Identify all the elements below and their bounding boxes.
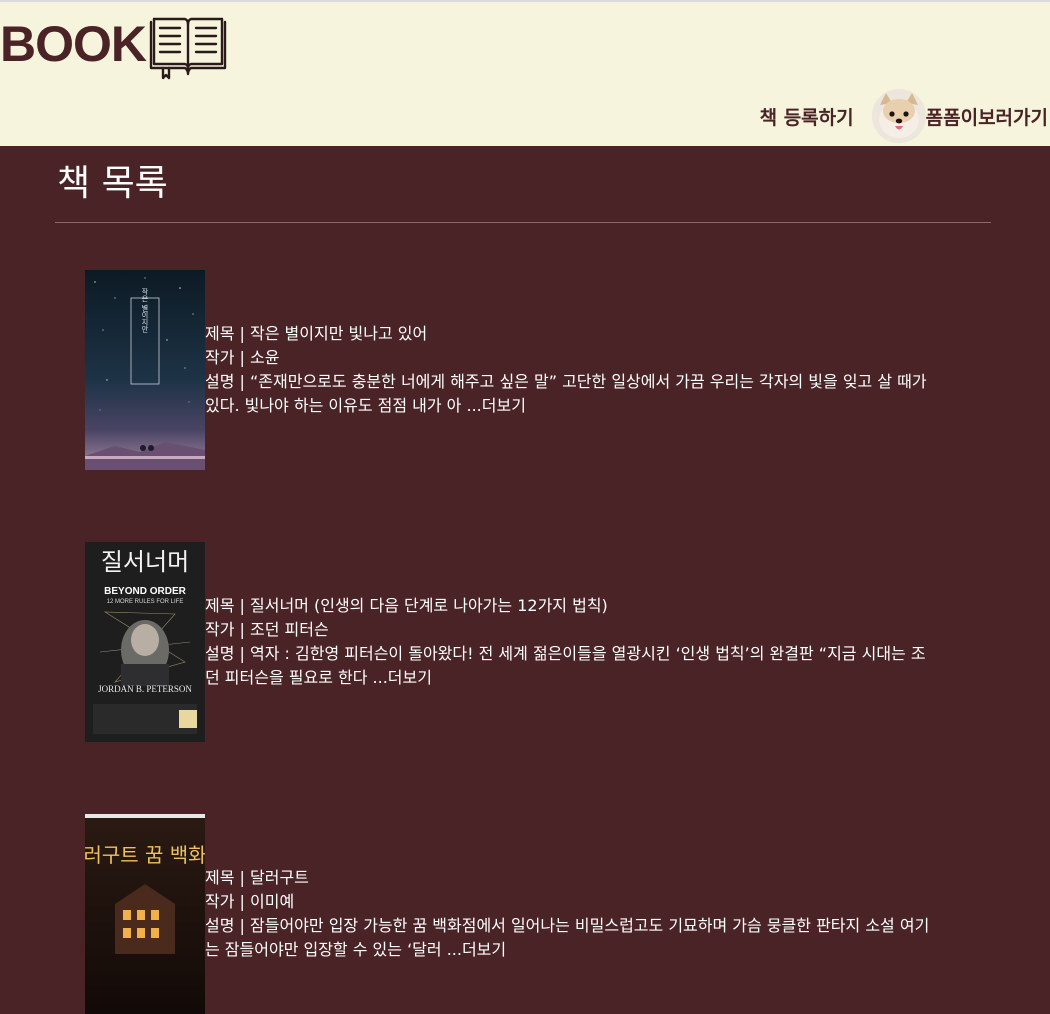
title-divider bbox=[55, 222, 991, 223]
book-cover[interactable]: 질서너머 BEYOND ORDER 12 MORE RULES FOR LIFE… bbox=[85, 542, 205, 742]
pomeranian-avatar[interactable] bbox=[871, 89, 926, 143]
book-title-line: 제목 | 달러구트 bbox=[205, 866, 930, 890]
book-title: 작은 별이지만 빛나고 있어 bbox=[250, 324, 428, 343]
site-logo[interactable]: BOOK bbox=[0, 14, 229, 84]
more-link[interactable]: ...더보기 bbox=[447, 940, 506, 959]
title-label: 제목 | bbox=[205, 596, 251, 615]
book-title-line: 제목 | 질서너머 (인생의 다음 단계로 나아가는 12가지 법칙) bbox=[205, 594, 930, 618]
book-info: 제목 | 작은 별이지만 빛나고 있어 작가 | 소윤 설명 | “존재만으로도… bbox=[205, 322, 930, 418]
book-item: 질서너머 BEYOND ORDER 12 MORE RULES FOR LIFE… bbox=[85, 542, 945, 742]
book-cover[interactable]: 작은 별이지만 bbox=[85, 270, 205, 470]
desc-label: 설명 | bbox=[205, 644, 251, 663]
open-book-icon bbox=[149, 17, 227, 80]
book-desc-line: 설명 | 역자 : 김한영 피터슨이 돌아왔다! 전 세계 젊은이들을 열광시킨… bbox=[205, 642, 930, 690]
cover-subtitle: BEYOND ORDER bbox=[104, 586, 186, 597]
author-label: 작가 | bbox=[205, 892, 251, 911]
book-info: 제목 | 질서너머 (인생의 다음 단계로 나아가는 12가지 법칙) 작가 |… bbox=[205, 594, 930, 690]
logo-text: BOOK bbox=[0, 16, 147, 72]
page-title: 책 목록 bbox=[57, 163, 168, 204]
header-nav: 책 등록하기 폼폼이보러가기 bbox=[760, 86, 1048, 146]
dog-face-icon bbox=[871, 89, 926, 143]
book-desc: 잠들어야만 입장 가능한 꿈 백화점에서 일어나는 비밀스럽고도 기묘하며 가슴… bbox=[205, 916, 930, 959]
author-label: 작가 | bbox=[205, 348, 251, 367]
title-label: 제목 | bbox=[205, 868, 251, 887]
more-link[interactable]: ...더보기 bbox=[373, 668, 432, 687]
book-author: 조던 피터슨 bbox=[250, 620, 329, 639]
book-author: 소윤 bbox=[250, 348, 280, 367]
book-item: 작은 별이지만 제목 | 작은 별이지만 빛나고 있어 작가 | 소윤 설명 |… bbox=[85, 270, 945, 470]
cover-title: 작은 별이지만 bbox=[141, 287, 149, 332]
book-title: 달러구트 bbox=[250, 868, 309, 887]
book-title: 질서너머 (인생의 다음 단계로 나아가는 12가지 법칙) bbox=[250, 596, 608, 615]
cover-title: 달러구트 꿈 백화점 bbox=[85, 843, 205, 867]
book-desc: “존재만으로도 충분한 너에게 해주고 싶은 말” 고단한 일상에서 가끔 우리… bbox=[205, 372, 927, 415]
book-info: 제목 | 달러구트 작가 | 이미예 설명 | 잠들어야만 입장 가능한 꿈 백… bbox=[205, 866, 930, 962]
title-label: 제목 | bbox=[205, 324, 251, 343]
more-link[interactable]: ...더보기 bbox=[467, 396, 526, 415]
book-list-section: 책 목록 작은 별이지만 제목 | 작은 별이지만 빛나고 있어 작가 | 소윤… bbox=[0, 146, 1050, 1014]
book-author-line: 작가 | 소윤 bbox=[205, 346, 930, 370]
cover-author: JORDAN B. PETERSON bbox=[98, 684, 192, 694]
profile-link[interactable]: 폼폼이보러가기 bbox=[926, 103, 1048, 130]
site-header: BOOK 책 등록하기 폼폼이보러가기 bbox=[0, 2, 1050, 146]
desc-label: 설명 | bbox=[205, 372, 251, 391]
book-desc: 역자 : 김한영 피터슨이 돌아왔다! 전 세계 젊은이들을 열광시킨 ‘인생 … bbox=[205, 644, 926, 687]
book-desc-line: 설명 | 잠들어야만 입장 가능한 꿈 백화점에서 일어나는 비밀스럽고도 기묘… bbox=[205, 914, 930, 962]
book-author: 이미예 bbox=[250, 892, 295, 911]
book-item: 달러구트 꿈 백화점 제목 | 달러구트 작가 | 이미예 설명 | 잠들어야만… bbox=[85, 814, 945, 1014]
cover-title: 질서너머 bbox=[101, 548, 189, 576]
book-cover[interactable]: 달러구트 꿈 백화점 bbox=[85, 814, 205, 1014]
author-label: 작가 | bbox=[205, 620, 251, 639]
book-author-line: 작가 | 조던 피터슨 bbox=[205, 618, 930, 642]
desc-label: 설명 | bbox=[205, 916, 251, 935]
register-book-link[interactable]: 책 등록하기 bbox=[760, 103, 854, 130]
book-title-line: 제목 | 작은 별이지만 빛나고 있어 bbox=[205, 322, 930, 346]
cover-subtitle-2: 12 MORE RULES FOR LIFE bbox=[107, 599, 184, 605]
book-author-line: 작가 | 이미예 bbox=[205, 890, 930, 914]
book-desc-line: 설명 | “존재만으로도 충분한 너에게 해주고 싶은 말” 고단한 일상에서 … bbox=[205, 370, 930, 418]
